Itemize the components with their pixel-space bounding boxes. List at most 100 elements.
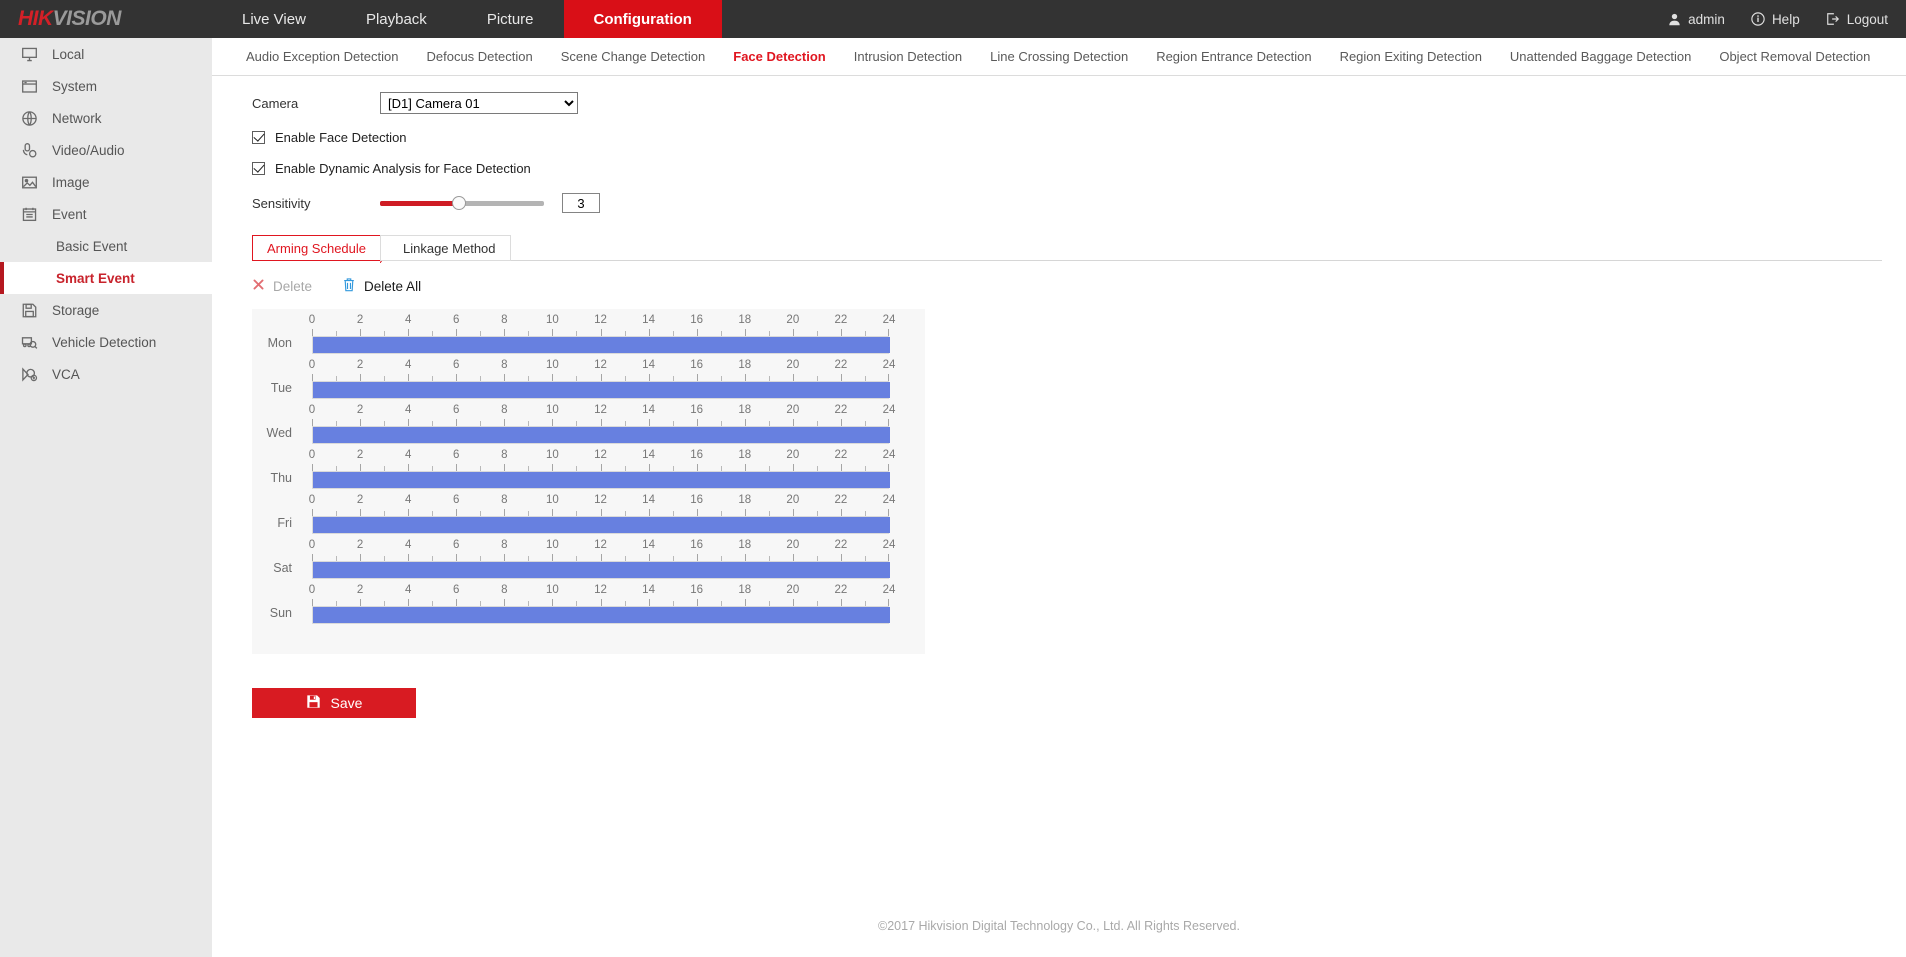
user-icon: [1668, 13, 1681, 26]
schedule-bar-track[interactable]: [312, 516, 889, 534]
schedule-timeline[interactable]: 024681012141618202224: [312, 449, 889, 489]
subtab-intrusion-detection[interactable]: Intrusion Detection: [840, 49, 976, 64]
schedule-bar-segment[interactable]: [313, 427, 890, 443]
subtab-line-crossing-detection[interactable]: Line Crossing Detection: [976, 49, 1142, 64]
nav-item-configuration[interactable]: Configuration: [564, 0, 722, 38]
nav-item-live-view[interactable]: Live View: [212, 0, 336, 38]
hour-tick: [649, 374, 650, 381]
schedule-bar-segment[interactable]: [313, 607, 890, 623]
nav-item-playback[interactable]: Playback: [336, 0, 457, 38]
schedule-bar-segment[interactable]: [313, 382, 890, 398]
slider-handle[interactable]: [452, 196, 466, 210]
hour-tick: [649, 329, 650, 336]
main-content: Audio Exception DetectionDefocus Detecti…: [212, 38, 1906, 957]
admin-user-button[interactable]: admin: [1668, 12, 1725, 27]
subtab-face-detection[interactable]: Face Detection: [719, 49, 839, 64]
trash-icon: [342, 277, 356, 295]
schedule-row[interactable]: Sun024681012141618202224: [252, 579, 925, 624]
schedule-timeline[interactable]: 024681012141618202224: [312, 359, 889, 399]
schedule-timeline[interactable]: 024681012141618202224: [312, 494, 889, 534]
enable-dynamic-analysis-checkbox[interactable]: [252, 162, 265, 175]
schedule-row[interactable]: Fri024681012141618202224: [252, 489, 925, 534]
save-button[interactable]: Save: [252, 688, 416, 718]
sidebar-item-basic-event[interactable]: Basic Event: [0, 230, 212, 262]
user-zone: admin Help Logout: [1668, 0, 1906, 38]
enable-dynamic-analysis-row[interactable]: Enable Dynamic Analysis for Face Detecti…: [252, 161, 1906, 176]
hour-tick: [504, 599, 505, 606]
nav-item-picture[interactable]: Picture: [457, 0, 564, 38]
schedule-bar-segment[interactable]: [313, 337, 890, 353]
sensitivity-input[interactable]: [562, 193, 600, 213]
sidebar-item-label: Video/Audio: [52, 143, 125, 158]
sidebar-item-network[interactable]: Network: [0, 102, 212, 134]
schedule-timeline[interactable]: 024681012141618202224: [312, 404, 889, 444]
hour-label: 12: [594, 584, 607, 596]
detection-subtabs: Audio Exception DetectionDefocus Detecti…: [212, 38, 1906, 76]
subtab-audio-exception-detection[interactable]: Audio Exception Detection: [232, 49, 412, 64]
hour-label: 12: [594, 359, 607, 371]
schedule-bar-segment[interactable]: [313, 472, 890, 488]
camera-select[interactable]: [D1] Camera 01: [380, 92, 578, 114]
schedule-bar-segment[interactable]: [313, 517, 890, 533]
arming-tab-arming-schedule[interactable]: Arming Schedule: [252, 235, 380, 261]
hour-label: 24: [883, 494, 896, 506]
sidebar-item-video-audio[interactable]: Video/Audio: [0, 134, 212, 166]
hour-tick: [504, 509, 505, 516]
arming-schedule-grid[interactable]: Mon024681012141618202224Tue0246810121416…: [252, 309, 925, 654]
arming-tab-linkage-method[interactable]: Linkage Method: [380, 235, 511, 261]
hour-tick: [793, 419, 794, 426]
schedule-row[interactable]: Wed024681012141618202224: [252, 399, 925, 444]
schedule-row[interactable]: Mon024681012141618202224: [252, 309, 925, 354]
schedule-row[interactable]: Sat024681012141618202224: [252, 534, 925, 579]
delete-button[interactable]: Delete: [252, 278, 312, 294]
enable-face-detection-row[interactable]: Enable Face Detection: [252, 130, 1906, 145]
schedule-bar-track[interactable]: [312, 381, 889, 399]
delete-all-button[interactable]: Delete All: [342, 277, 421, 295]
schedule-bar-track[interactable]: [312, 426, 889, 444]
schedule-bar-track[interactable]: [312, 606, 889, 624]
sidebar-item-event[interactable]: Event: [0, 198, 212, 230]
subtab-region-entrance-detection[interactable]: Region Entrance Detection: [1142, 49, 1325, 64]
subtab-region-exiting-detection[interactable]: Region Exiting Detection: [1326, 49, 1496, 64]
schedule-timeline[interactable]: 024681012141618202224: [312, 314, 889, 354]
hour-label: 16: [690, 494, 703, 506]
subtab-object-removal-detection[interactable]: Object Removal Detection: [1705, 49, 1884, 64]
hour-tick: [360, 419, 361, 426]
sensitivity-slider[interactable]: [380, 195, 544, 211]
hour-tick: [888, 599, 889, 606]
subtab-scene-change-detection[interactable]: Scene Change Detection: [547, 49, 720, 64]
schedule-bar-track[interactable]: [312, 471, 889, 489]
help-button[interactable]: Help: [1751, 12, 1800, 27]
hour-label: 16: [690, 314, 703, 326]
hour-label: 14: [642, 404, 655, 416]
enable-face-detection-checkbox[interactable]: [252, 131, 265, 144]
schedule-bar-segment[interactable]: [313, 562, 890, 578]
sidebar-item-vehicle-detection[interactable]: Vehicle Detection: [0, 326, 212, 358]
sidebar-item-image[interactable]: Image: [0, 166, 212, 198]
schedule-timeline[interactable]: 024681012141618202224: [312, 539, 889, 579]
hour-label: 20: [786, 449, 799, 461]
hour-label: 20: [786, 494, 799, 506]
sidebar-item-vca[interactable]: VCA: [0, 358, 212, 390]
hour-label: 0: [309, 494, 315, 506]
schedule-bar-track[interactable]: [312, 561, 889, 579]
sidebar-item-label: VCA: [52, 367, 80, 382]
sidebar-item-smart-event[interactable]: Smart Event: [0, 262, 212, 294]
sidebar-item-local[interactable]: Local: [0, 38, 212, 70]
subtab-unattended-baggage-detection[interactable]: Unattended Baggage Detection: [1496, 49, 1705, 64]
subtab-defocus-detection[interactable]: Defocus Detection: [412, 49, 546, 64]
schedule-day-label: Mon: [252, 336, 312, 354]
sidebar-item-storage[interactable]: Storage: [0, 294, 212, 326]
hour-label: 8: [501, 449, 507, 461]
arming-tabs: Arming ScheduleLinkage Method: [252, 235, 1882, 261]
hour-label: 4: [405, 539, 411, 551]
schedule-timeline[interactable]: 024681012141618202224: [312, 584, 889, 624]
hour-tick: [456, 329, 457, 336]
schedule-row[interactable]: Thu024681012141618202224: [252, 444, 925, 489]
sidebar-item-system[interactable]: System: [0, 70, 212, 102]
hour-tick: [552, 419, 553, 426]
logout-button[interactable]: Logout: [1826, 12, 1888, 27]
schedule-bar-track[interactable]: [312, 336, 889, 354]
hour-label: 18: [738, 584, 751, 596]
schedule-row[interactable]: Tue024681012141618202224: [252, 354, 925, 399]
